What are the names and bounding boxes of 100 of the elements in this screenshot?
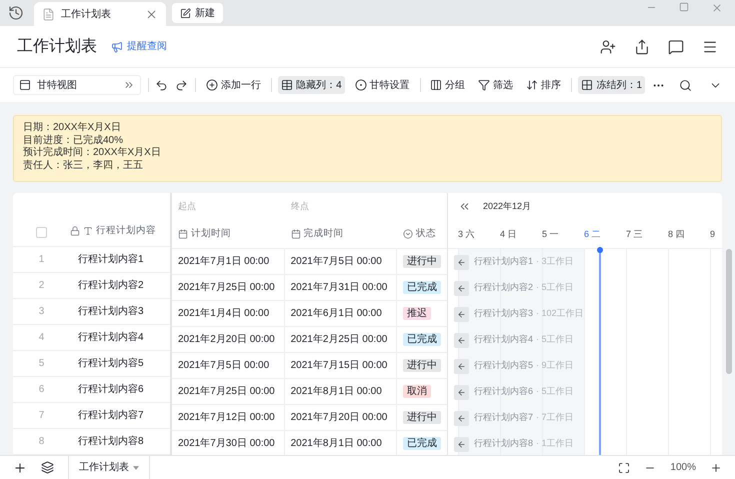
new-tab-button[interactable]: 新建 [172, 3, 223, 23]
left-arrow-icon [457, 362, 466, 370]
sort-icon [526, 79, 538, 91]
toolbar-button[interactable]: 隐藏列：4 [278, 76, 345, 94]
bar-duration: · 7工作日 [536, 411, 574, 424]
row-number: 4 [38, 331, 46, 345]
close-icon[interactable] [711, 2, 723, 14]
document-tab[interactable]: 工作计划表 [34, 2, 166, 26]
jump-to-bar-button[interactable] [454, 384, 469, 400]
status-tag: 推迟 [403, 307, 432, 320]
scrollbar-thumb[interactable] [726, 249, 732, 374]
remind-link[interactable]: 提醒查阅 [111, 39, 167, 54]
table-cell-text: 2021年7月12日 00:00 [178, 411, 275, 425]
bar-label: 行程计划内容4 [474, 333, 534, 346]
table-cell-text: 2021年2月20日 00:00 [178, 333, 275, 347]
notice-line: 预计完成时间：20XX年X月X日 [23, 147, 161, 160]
column-header[interactable]: 行程计划内容 [70, 224, 156, 238]
table-cell-text: 行程计划内容4 [77, 330, 144, 345]
grid-icon [581, 79, 594, 91]
add-user-icon[interactable] [600, 38, 616, 54]
column-header[interactable]: 计划时间 [178, 227, 231, 242]
status-tag: 已完成 [403, 281, 442, 294]
table-cell-text: 2021年7月5日 00:00 [178, 359, 270, 373]
status-tag: 进行中 [403, 255, 442, 268]
fit-screen-icon[interactable] [618, 462, 630, 474]
status-tag: 取消 [403, 385, 432, 398]
jump-to-bar-button[interactable] [454, 410, 469, 426]
toolbar-button[interactable]: 甘特设置 [352, 76, 413, 94]
document-title: 工作计划表 [17, 36, 97, 56]
day-label: 9 [710, 228, 716, 238]
notice-line: 目前进度：已完成40% [23, 134, 124, 146]
status-tag: 进行中 [403, 359, 442, 372]
left-arrow-icon [457, 440, 466, 448]
history-icon[interactable] [8, 5, 24, 21]
search-icon[interactable] [679, 78, 692, 92]
table-cell-text: 行程计划内容2 [77, 278, 144, 293]
toolbar-button[interactable]: 添加一行 [202, 76, 264, 94]
zoom-level: 100% [670, 461, 696, 475]
table-cell-text: 2021年7月15日 00:00 [290, 359, 388, 373]
toolbar-button[interactable]: 筛选 [475, 76, 516, 94]
row-number: 7 [38, 409, 46, 423]
add-sheet-icon[interactable] [13, 460, 27, 474]
dropdown-circle-icon [403, 229, 414, 240]
jump-to-bar-button[interactable] [454, 280, 469, 296]
redo-icon[interactable] [175, 78, 188, 92]
toolbar-button[interactable]: 分组 [427, 76, 468, 94]
toolbar-button[interactable]: 冻结列：1 [578, 76, 645, 94]
left-arrow-icon [457, 414, 466, 422]
jump-to-bar-button[interactable] [454, 358, 469, 374]
zoom-in-icon[interactable] [710, 462, 722, 474]
group-label: 终点 [291, 201, 309, 211]
layers-icon[interactable] [41, 461, 54, 474]
calendar-icon [290, 229, 301, 240]
day-label: 6 二 [584, 228, 601, 238]
day-label: 5 一 [542, 228, 559, 238]
day-label: 8 四 [668, 228, 685, 238]
view-icon [19, 79, 31, 91]
table-cell-text: 2021年1月4日 00:00 [178, 307, 270, 321]
jump-to-bar-button[interactable] [454, 306, 469, 322]
caret-icon [133, 466, 139, 470]
toolbar-button[interactable]: 排序 [523, 76, 564, 94]
bar-label: 行程计划内容8 [474, 437, 534, 450]
table-cell-text: 2021年7月31日 00:00 [290, 281, 388, 295]
table-cell-text: 行程计划内容6 [77, 382, 144, 397]
megaphone-icon [111, 40, 123, 52]
select-all-checkbox[interactable] [36, 227, 47, 238]
table-cell-text: 2021年7月5日 00:00 [290, 255, 382, 269]
bar-duration: · 102工作日 [536, 307, 584, 320]
undo-icon[interactable] [155, 78, 168, 92]
filter-icon [478, 79, 490, 91]
status-tag: 已完成 [403, 437, 442, 450]
view-selector[interactable]: 甘特视图 [13, 75, 141, 95]
row-number: 1 [38, 253, 46, 267]
left-arrow-icon [457, 258, 466, 266]
bar-duration: · 5工作日 [536, 385, 574, 398]
row-number: 2 [38, 279, 46, 293]
jump-to-bar-button[interactable] [454, 254, 469, 270]
bar-duration: · 5工作日 [536, 333, 574, 346]
jump-to-bar-button[interactable] [454, 436, 469, 452]
bar-label: 行程计划内容2 [474, 281, 534, 294]
jump-to-bar-button[interactable] [454, 332, 469, 348]
bar-duration: · 9工作日 [536, 359, 574, 372]
left-arrow-icon [457, 336, 466, 344]
comment-icon[interactable] [668, 38, 684, 54]
table-cell-text: 行程计划内容8 [77, 434, 144, 449]
document-icon [42, 8, 55, 20]
day-label: 7 三 [626, 228, 643, 238]
table-cell-text: 行程计划内容1 [77, 252, 144, 267]
notice-line: 责任人：张三，李四，王五 [23, 160, 143, 172]
left-arrow-icon [457, 388, 466, 396]
column-header[interactable]: 状态 [403, 227, 436, 242]
lock-icon [70, 226, 80, 236]
column-header[interactable]: 完成时间 [290, 227, 344, 242]
table-cell-text: 2021年7月1日 00:00 [178, 255, 270, 269]
status-tag: 已完成 [403, 333, 442, 346]
maximize-icon[interactable] [679, 2, 689, 12]
share-icon[interactable] [634, 38, 650, 54]
row-number: 3 [38, 305, 46, 319]
sheet-tab[interactable]: 工作计划表 [68, 456, 150, 479]
notice-line: 日期：20XX年X月X日 [23, 122, 121, 134]
